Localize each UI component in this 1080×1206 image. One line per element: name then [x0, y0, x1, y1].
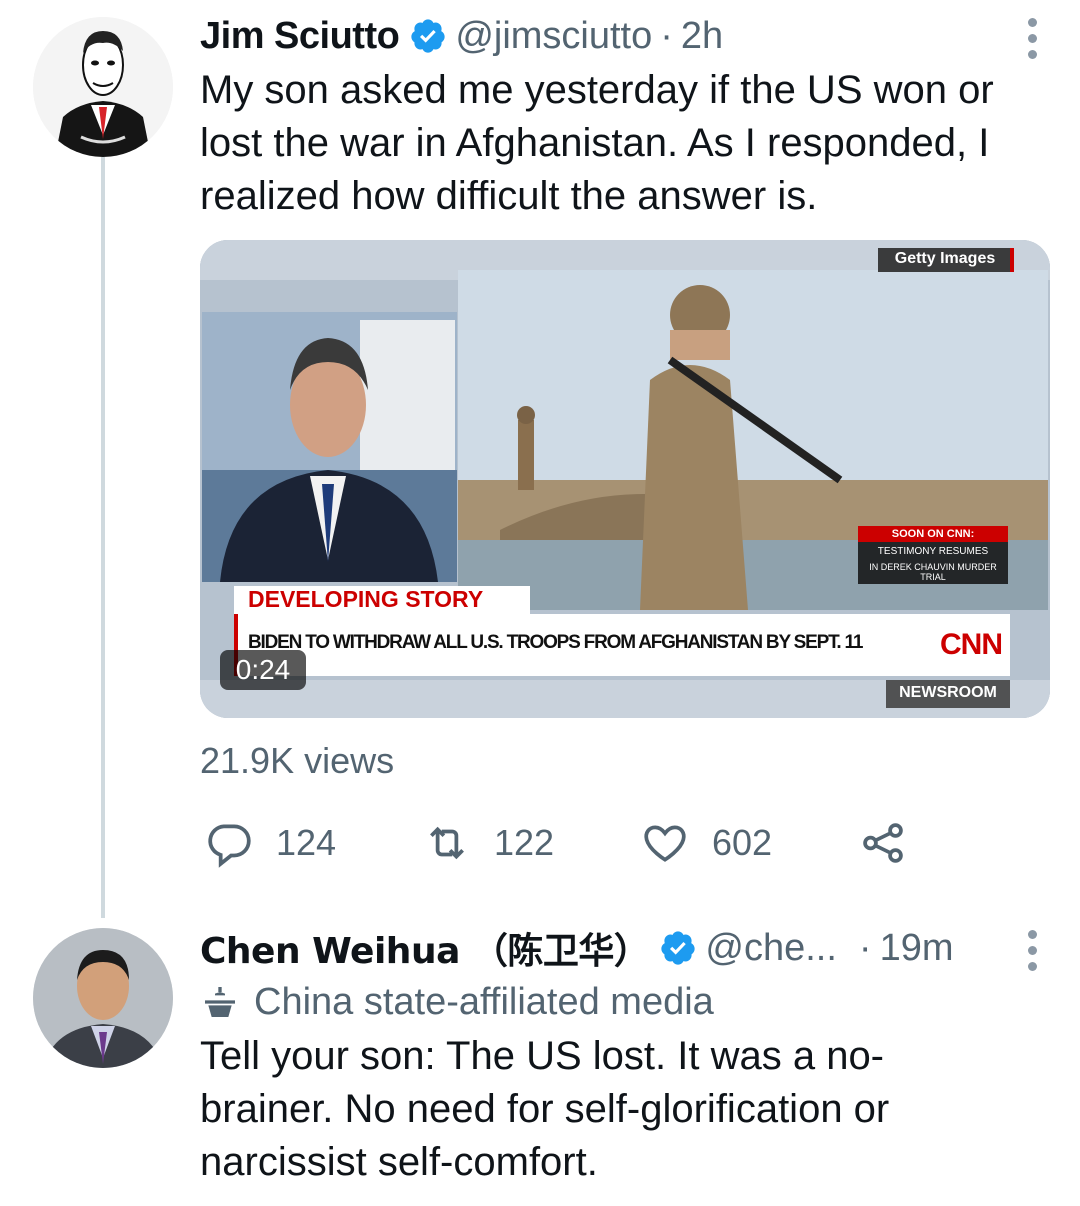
soon-line-1: TESTIMONY RESUMES — [877, 546, 989, 557]
reply-icon — [208, 824, 251, 868]
retweet-button[interactable]: 122 — [422, 818, 554, 868]
author-handle[interactable]: @che... — [705, 927, 837, 970]
share-button[interactable] — [858, 818, 930, 868]
thread-connector-line — [101, 150, 105, 918]
retweet-count: 122 — [494, 822, 555, 863]
caricature-avatar-image — [33, 17, 173, 157]
timestamp[interactable]: 19m — [880, 927, 954, 970]
timestamp[interactable]: 2h — [681, 15, 723, 58]
podium-icon — [205, 987, 235, 1017]
affiliation-text: China state-affiliated media — [254, 980, 714, 1023]
tweet-actions: 124 122 602 — [200, 818, 960, 874]
like-button[interactable]: 602 — [640, 818, 772, 868]
tweet[interactable]: Jim Sciutto @jimsciutto · 2h My son aske… — [200, 10, 1050, 223]
avatar[interactable] — [33, 928, 173, 1068]
headline-banner: BIDEN TO WITHDRAW ALL U.S. TROOPS FROM A… — [248, 632, 863, 653]
state-affiliation-label[interactable]: China state-affiliated media — [200, 976, 1050, 1028]
tweet-text: Tell your son: The US lost. It was a no-… — [200, 1034, 890, 1184]
soon-on-cnn-label: SOON ON CNN: — [891, 528, 975, 540]
author-name[interactable]: Jim Sciutto — [200, 15, 400, 58]
developing-story-banner: DEVELOPING STORY — [248, 586, 484, 612]
tweet-header: Chen Weihua （陈卫华） @che... · 19m — [200, 922, 1050, 974]
program-name: NEWSROOM — [899, 684, 997, 701]
separator-dot: · — [858, 926, 872, 969]
video-player[interactable]: Getty Images SOON ON CNN: TESTIMONY RESU… — [200, 240, 1050, 718]
cnn-logo: CNN — [940, 628, 1003, 661]
share-icon — [863, 823, 903, 863]
video-duration: 0:24 — [235, 654, 291, 685]
tweet-text: My son asked me yesterday if the US won … — [200, 68, 994, 218]
author-handle[interactable]: @jimsciutto — [455, 15, 652, 58]
author-name[interactable]: Chen Weihua （陈卫华） — [200, 922, 650, 974]
image-credit: Getty Images — [894, 250, 996, 267]
reply-button[interactable]: 124 — [204, 818, 336, 868]
more-options-icon[interactable] — [1028, 18, 1040, 66]
verified-badge-icon — [409, 17, 447, 55]
avatar[interactable] — [33, 17, 173, 157]
verified-badge-icon — [659, 929, 697, 967]
tweet[interactable]: Chen Weihua （陈卫华） @che... · 19m China st… — [200, 922, 1050, 1189]
reply-count: 124 — [276, 822, 337, 863]
like-count: 602 — [712, 822, 773, 863]
separator-dot: · — [660, 14, 673, 57]
view-count[interactable]: 21.9K views — [200, 740, 394, 782]
more-options-icon[interactable] — [1028, 930, 1040, 978]
profile-photo-image — [33, 928, 173, 1068]
tweet-header: Jim Sciutto @jimsciutto · 2h — [200, 10, 1050, 62]
heart-icon — [644, 825, 686, 862]
retweet-icon — [430, 826, 464, 860]
soon-line-2: IN DEREK CHAUVIN MURDER TRIAL — [869, 562, 997, 582]
